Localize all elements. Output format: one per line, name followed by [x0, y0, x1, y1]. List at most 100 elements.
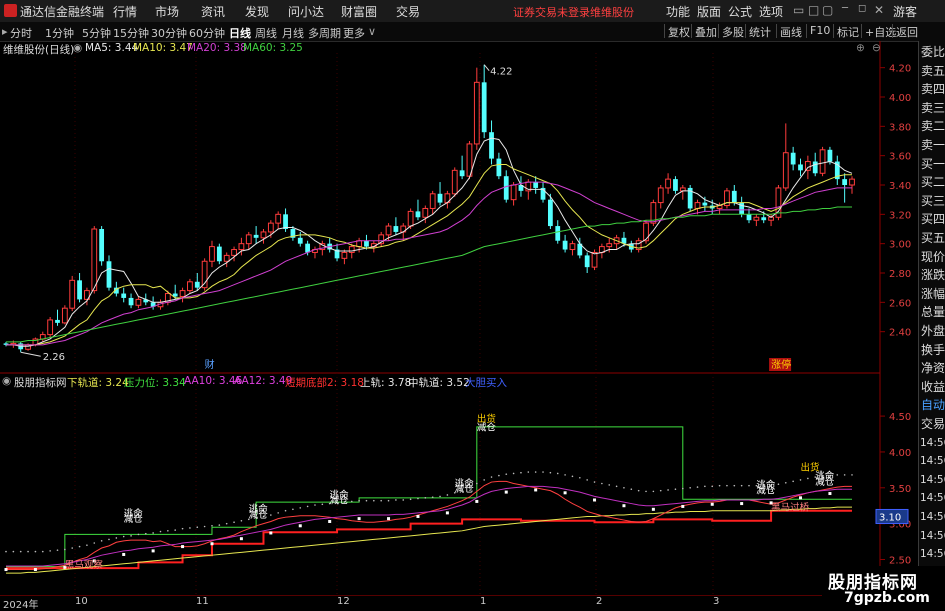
period-5min[interactable]: 5分钟	[82, 25, 111, 41]
restore-rights-button[interactable]: 复权	[664, 24, 690, 39]
period-more[interactable]: 更多	[343, 25, 365, 41]
upper-rail-dot	[689, 486, 691, 489]
zoom-in-icon[interactable]: ⊕	[856, 42, 865, 54]
sidebar-item[interactable]: 卖二	[920, 117, 945, 136]
candle	[179, 287, 186, 303]
candle-body	[238, 243, 245, 251]
upper-rail-dot	[159, 530, 162, 533]
sidebar-item[interactable]: 14:56	[920, 471, 945, 490]
candle	[128, 293, 134, 309]
upper-rail-dot	[431, 496, 434, 498]
candle-body	[267, 222, 274, 233]
period-monthly[interactable]: 月线	[282, 25, 304, 41]
mark-button[interactable]: 标记	[833, 24, 859, 39]
menu-item-wealth[interactable]: 财富圈	[341, 3, 377, 20]
menu-item-news[interactable]: 资讯	[201, 3, 225, 20]
sidebar-item[interactable]: 买四	[920, 210, 945, 229]
settings-dot-icon[interactable]: ◉	[73, 42, 82, 54]
overlay-button[interactable]: 叠加	[691, 24, 717, 39]
sidebar-item[interactable]: 买三	[920, 192, 945, 211]
menu-item-discover[interactable]: 发现	[245, 3, 269, 20]
settings-dot-icon[interactable]: ◉	[2, 375, 11, 387]
upper-rail-dot	[321, 503, 324, 506]
f10-button[interactable]: F10	[806, 24, 830, 38]
sidebar-item[interactable]: 净资	[920, 359, 945, 378]
upper-rail-dot	[593, 481, 596, 483]
zoom-out-icon[interactable]: ⊖	[872, 42, 881, 54]
upper-rail-dot	[86, 544, 88, 546]
period-15min[interactable]: 15分钟	[113, 25, 149, 41]
menu-item-options[interactable]: 选项	[759, 3, 783, 20]
sidebar-item[interactable]: 委比	[920, 43, 945, 62]
back-button[interactable]: 返回	[892, 24, 918, 39]
period-30min[interactable]: 30分钟	[151, 25, 187, 41]
middle-rail-mark	[828, 492, 832, 496]
candle-body	[827, 149, 833, 162]
sidebar-item[interactable]: 交易	[920, 415, 945, 434]
menu-item-trade[interactable]: 交易	[396, 3, 420, 20]
maximize-icon[interactable]: ◻	[858, 3, 866, 14]
sidebar-item[interactable]: 14:56	[920, 527, 945, 546]
expand-icon[interactable]: ▸	[2, 25, 8, 38]
sidebar-item[interactable]: 自动	[920, 396, 945, 415]
upper-rail-dot	[571, 475, 574, 478]
period-toolbar: ▸ 分时 1分钟 5分钟 15分钟 30分钟 60分钟 日线 周线 月线 多周期…	[0, 22, 945, 42]
sidebar-item[interactable]: 14:56	[920, 545, 945, 564]
sidebar-item[interactable]: 14:56	[920, 508, 945, 527]
sidebar-item[interactable]: 涨幅	[920, 285, 945, 304]
upper-rail-dot	[71, 547, 74, 549]
menu-item-formula[interactable]: 公式	[728, 3, 752, 20]
sidebar-item[interactable]: 卖三	[920, 99, 945, 118]
candle-body	[429, 193, 436, 209]
period-weekly[interactable]: 周线	[255, 25, 277, 41]
upper-rail-dot	[520, 471, 522, 474]
multi-stock-button[interactable]: 多股	[718, 24, 744, 39]
sidebar-item[interactable]: 换手	[920, 341, 945, 360]
sidebar-item[interactable]: 卖一	[920, 136, 945, 155]
sidebar-item[interactable]: 买五	[920, 229, 945, 248]
period-60min[interactable]: 60分钟	[189, 25, 225, 41]
main-price-axis: 4.20 4.00 3.80 3.60 3.40 3.20 3.00 2.80 2.60 2.40	[880, 64, 911, 339]
minimize-icon[interactable]: ─	[842, 3, 848, 14]
sidebar-item[interactable]: 总量	[920, 303, 945, 322]
period-intraday[interactable]: 分时	[10, 25, 32, 41]
period-1min[interactable]: 1分钟	[45, 25, 74, 41]
candle	[327, 237, 333, 253]
sidebar-item[interactable]: 14:56	[920, 452, 945, 471]
chevron-down-icon[interactable]: ∨	[368, 25, 376, 38]
sidebar-item[interactable]: 14:56	[920, 434, 945, 453]
candle	[790, 146, 796, 171]
close-icon[interactable]: ✕	[874, 3, 884, 17]
sidebar-item[interactable]: 14:56	[920, 489, 945, 508]
sidebar-item[interactable]: 卖四	[920, 80, 945, 99]
signal-label: 减仓	[815, 476, 835, 488]
menu-item-market[interactable]: 市场	[155, 3, 179, 20]
sidebar-item[interactable]: 收益	[920, 378, 945, 397]
period-multi[interactable]: 多周期	[308, 25, 341, 41]
login-status[interactable]: 证券交易未登录	[513, 4, 590, 20]
upper-rail-dot	[740, 484, 743, 487]
sidebar-item[interactable]: 卖五	[920, 62, 945, 81]
sidebar-item[interactable]: 买一	[920, 155, 945, 174]
statistics-button[interactable]: 统计	[745, 24, 771, 39]
add-watchlist-button[interactable]: +自选	[861, 24, 896, 39]
sidebar-item[interactable]: 涨跌	[920, 266, 945, 285]
candle	[849, 176, 855, 194]
period-daily[interactable]: 日线	[229, 25, 251, 41]
minimize-window-icon[interactable]: ▭	[793, 3, 804, 17]
sidebar-item[interactable]: 买二	[920, 173, 945, 192]
menu-item-quotes[interactable]: 行情	[113, 3, 137, 20]
upper-rail-dot	[402, 499, 405, 501]
sidebar-item[interactable]: 现价	[920, 248, 945, 267]
restore-window-icon[interactable]: □	[808, 3, 819, 17]
menu-item-ask[interactable]: 问小达	[288, 3, 324, 20]
guest-user[interactable]: 游客	[893, 3, 917, 20]
chart-area[interactable]: 4.22 2.26 财 涨停 4.20 4.00 3.80 3.60 3.40 3.20 3.00…	[0, 41, 918, 595]
draw-line-button[interactable]: 画线	[776, 24, 802, 39]
sidebar-item[interactable]: 外盘	[920, 322, 945, 341]
menu-item-function[interactable]: 功能	[666, 3, 690, 20]
menu-item-layout[interactable]: 版面	[697, 3, 721, 20]
window-menu-icon[interactable]: ▢	[822, 3, 833, 17]
upper-rail-dot	[137, 533, 140, 536]
signal-label: 黑马过桥	[771, 502, 810, 514]
